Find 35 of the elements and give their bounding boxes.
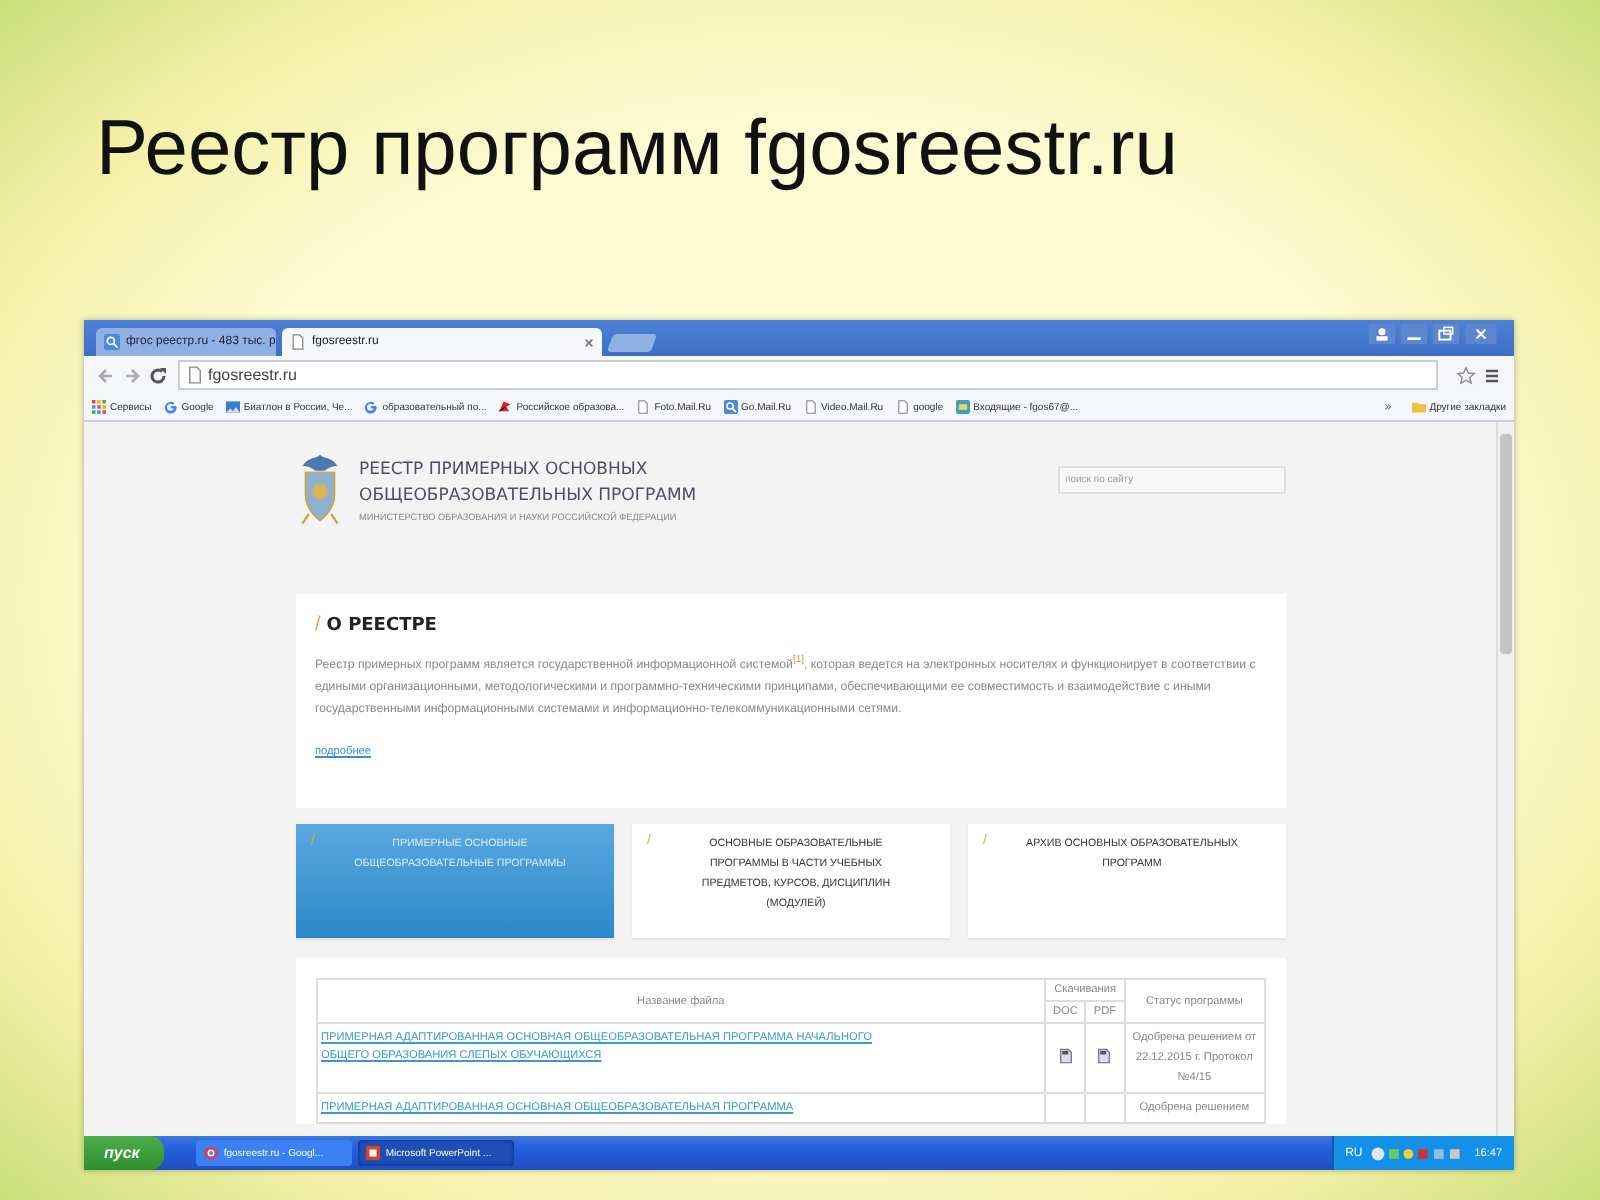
scroll-thumb[interactable] (1500, 434, 1512, 654)
close-icon[interactable] (584, 337, 594, 347)
site-title: РЕЕСТР ПРИМЕРНЫХ ОСНОВНЫХ ОБЩЕОБРАЗОВАТЕЛЬНЫХ ПРОГРАММ (359, 458, 699, 510)
slide-title: Реестр программ fgosreestr.ru (96, 104, 1180, 196)
minimize-icon[interactable] (1400, 324, 1428, 344)
apps-icon (92, 400, 106, 414)
user-icon[interactable] (1368, 324, 1396, 344)
close-icon[interactable] (1464, 324, 1498, 344)
reload-icon[interactable] (148, 365, 168, 385)
mail-icon (955, 400, 970, 414)
google-icon (163, 400, 178, 414)
google-icon (364, 400, 379, 414)
page-icon (803, 400, 818, 414)
section-heading: О РЕЕСТРЕ (326, 616, 437, 636)
search-icon (723, 400, 738, 414)
folder-icon (1411, 400, 1426, 414)
file-icon[interactable] (1059, 1048, 1072, 1064)
search-icon (104, 334, 120, 350)
scrollbar[interactable] (1496, 422, 1514, 1136)
browser-icon (203, 1146, 218, 1160)
back-icon[interactable] (96, 365, 116, 385)
menu-icon[interactable] (1482, 365, 1502, 385)
page-icon (188, 366, 202, 384)
new-tab-button[interactable] (606, 334, 658, 352)
bird-icon (498, 400, 513, 414)
file-icon[interactable] (1098, 1048, 1111, 1064)
address-field[interactable]: fgosreestr.ru (178, 360, 1438, 390)
slash-mark: / (315, 614, 321, 636)
page-icon (290, 334, 306, 350)
image-icon (225, 400, 240, 414)
star-icon[interactable] (1456, 365, 1476, 385)
slides-icon (365, 1146, 380, 1160)
restore-icon[interactable] (1432, 324, 1460, 344)
page-icon (636, 400, 651, 414)
page-icon (895, 400, 910, 414)
